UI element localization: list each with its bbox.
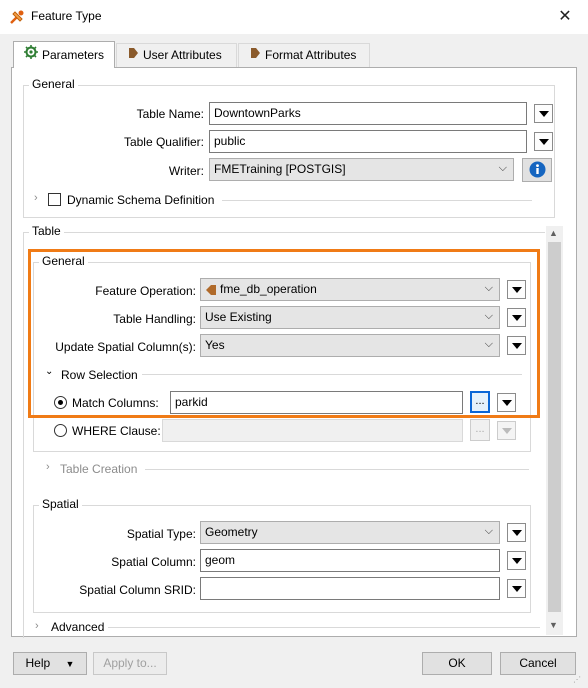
table-creation-label[interactable]: Table Creation (60, 462, 137, 476)
resize-grip-icon[interactable]: ⋰ (573, 675, 581, 684)
table-handling-value: Use Existing (205, 310, 272, 324)
close-icon[interactable]: ✕ (548, 4, 582, 30)
info-icon (529, 161, 546, 178)
general-group-title: General (29, 77, 78, 91)
chevron-down-icon[interactable]: ⌄ (45, 366, 53, 377)
spatial-column-label: Spatial Column: (111, 555, 196, 569)
match-columns-input[interactable]: parkid (170, 391, 463, 414)
dynamic-schema-label: Dynamic Schema Definition (67, 193, 215, 207)
table-handling-select[interactable]: Use Existing ⌵ (200, 306, 500, 329)
table-handling-label: Table Handling: (113, 312, 196, 326)
divider (222, 200, 532, 201)
arrow-tag-icon (127, 44, 139, 67)
info-button[interactable] (522, 158, 552, 182)
table-qualifier-label: Table Qualifier: (123, 135, 204, 149)
cancel-button[interactable]: Cancel (500, 652, 576, 675)
writer-value: FMETraining [POSTGIS] (214, 162, 346, 176)
where-clause-radio[interactable] (54, 424, 67, 437)
arrow-tag-icon (206, 284, 216, 295)
tab-format-attributes-label: Format Attributes (265, 48, 357, 62)
table-name-input[interactable]: DowntownParks (209, 102, 527, 125)
scroll-thumb[interactable] (548, 242, 561, 612)
fme-app-icon (9, 9, 25, 25)
chevron-down-icon: ⌵ (484, 525, 493, 537)
chevron-down-icon: ⌵ (498, 162, 507, 174)
tab-user-attributes[interactable]: User Attributes (116, 43, 237, 67)
update-spatial-select[interactable]: Yes ⌵ (200, 334, 500, 357)
feature-operation-value: fme_db_operation (220, 282, 317, 296)
chevron-down-icon: ⌵ (484, 282, 493, 294)
where-clause-menu-button[interactable] (497, 421, 516, 440)
match-columns-browse-button[interactable]: ... (470, 391, 490, 413)
where-clause-input[interactable] (162, 419, 463, 442)
spatial-type-menu-button[interactable] (507, 523, 526, 542)
update-spatial-value: Yes (205, 338, 225, 352)
advanced-label[interactable]: Advanced (51, 620, 104, 634)
arrow-tag-icon (249, 44, 261, 67)
table-group-title: Table (29, 224, 64, 238)
writer-select[interactable]: FMETraining [POSTGIS] ⌵ (209, 158, 514, 181)
divider (108, 627, 540, 628)
match-columns-menu-button[interactable] (497, 393, 516, 412)
table-name-menu-button[interactable] (534, 104, 553, 123)
match-columns-label: Match Columns: (72, 396, 159, 410)
spatial-srid-menu-button[interactable] (507, 579, 526, 598)
chevron-down-icon: ⌵ (484, 338, 493, 350)
spatial-srid-label: Spatial Column SRID: (79, 583, 196, 597)
chevron-right-icon[interactable]: › (35, 620, 39, 632)
update-spatial-label: Update Spatial Column(s): (55, 340, 196, 354)
table-handling-menu-button[interactable] (507, 308, 526, 327)
match-columns-radio[interactable] (54, 396, 67, 409)
spatial-type-select[interactable]: Geometry ⌵ (200, 521, 500, 544)
update-spatial-menu-button[interactable] (507, 336, 526, 355)
tab-parameters[interactable]: Parameters (13, 41, 115, 68)
spatial-column-menu-button[interactable] (507, 551, 526, 570)
feature-operation-label: Feature Operation: (95, 284, 196, 298)
divider (145, 469, 529, 470)
tab-parameters-label: Parameters (42, 48, 105, 62)
spatial-srid-input[interactable] (200, 577, 500, 600)
tab-user-attributes-label: User Attributes (143, 48, 222, 62)
scroll-down-icon[interactable]: ▼ (549, 620, 558, 630)
dropdown-arrow-icon: ▼ (65, 659, 75, 669)
window-title: Feature Type (31, 9, 102, 23)
table-name-label: Table Name: (136, 107, 204, 121)
writer-label: Writer: (168, 164, 204, 178)
apply-to-button[interactable]: Apply to... (93, 652, 167, 675)
help-label: Help (25, 656, 51, 670)
spatial-group-title: Spatial (39, 497, 82, 511)
spatial-type-label: Spatial Type: (126, 527, 196, 541)
dynamic-schema-checkbox[interactable] (48, 193, 61, 206)
tab-format-attributes[interactable]: Format Attributes (238, 43, 370, 67)
help-button[interactable]: Help ▼ (13, 652, 87, 675)
divider (142, 374, 522, 375)
ok-button[interactable]: OK (422, 652, 492, 675)
where-clause-label: WHERE Clause: (72, 424, 161, 438)
table-qualifier-menu-button[interactable] (534, 132, 553, 151)
spatial-type-value: Geometry (205, 525, 258, 539)
chevron-down-icon: ⌵ (484, 310, 493, 322)
chevron-right-icon[interactable]: › (34, 192, 38, 204)
spatial-column-input[interactable]: geom (200, 549, 500, 572)
gear-icon (24, 42, 38, 69)
feature-operation-menu-button[interactable] (507, 280, 526, 299)
table-qualifier-input[interactable]: public (209, 130, 527, 153)
where-clause-browse-button[interactable]: ... (470, 419, 490, 441)
feature-operation-select[interactable]: fme_db_operation ⌵ (200, 278, 500, 301)
row-selection-label: Row Selection (61, 368, 138, 382)
scroll-up-icon[interactable]: ▲ (549, 228, 558, 238)
chevron-right-icon[interactable]: › (46, 461, 50, 473)
